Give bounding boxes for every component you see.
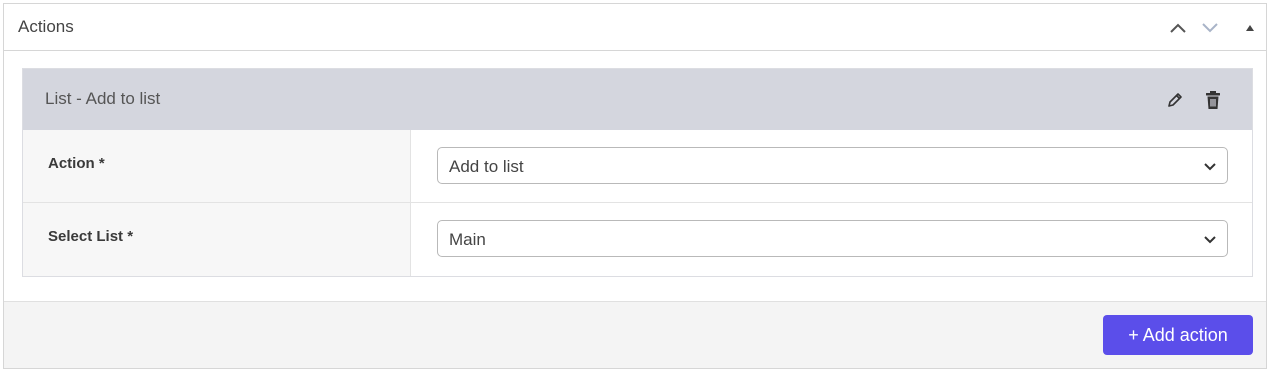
action-select[interactable]: Add to list [437, 147, 1228, 184]
panel-title: Actions [18, 17, 74, 36]
actions-panel: Actions List - Add to list Action * Add … [3, 3, 1267, 369]
list-select-value: Main [449, 230, 486, 249]
form-row-action: Action * Add to list [23, 130, 1252, 203]
pencil-icon[interactable] [1164, 89, 1186, 111]
chevron-down-icon [1204, 163, 1216, 171]
action-card-title: List - Add to list [45, 89, 161, 108]
action-select-value: Add to list [449, 157, 524, 176]
trash-icon[interactable] [1202, 89, 1224, 111]
action-label: Action * [48, 155, 105, 172]
panel-body: List - Add to list Action * Add to list … [4, 51, 1266, 302]
panel-footer: + Add action [4, 301, 1266, 368]
chevron-down-icon [1204, 236, 1216, 244]
action-card-header: List - Add to list [23, 69, 1252, 130]
collapse-triangle-icon[interactable] [1240, 18, 1260, 38]
panel-header: Actions [4, 4, 1266, 51]
row-label-cell: Select List * [23, 203, 411, 276]
select-list-label: Select List * [48, 228, 134, 245]
list-select[interactable]: Main [437, 220, 1228, 257]
action-card: List - Add to list Action * Add to list … [22, 68, 1253, 277]
row-label-cell: Action * [23, 130, 411, 202]
add-action-button[interactable]: + Add action [1103, 315, 1253, 355]
chevron-down-icon[interactable] [1200, 18, 1220, 38]
form-row-select-list: Select List * Main [23, 203, 1252, 276]
chevron-up-icon[interactable] [1168, 18, 1188, 38]
